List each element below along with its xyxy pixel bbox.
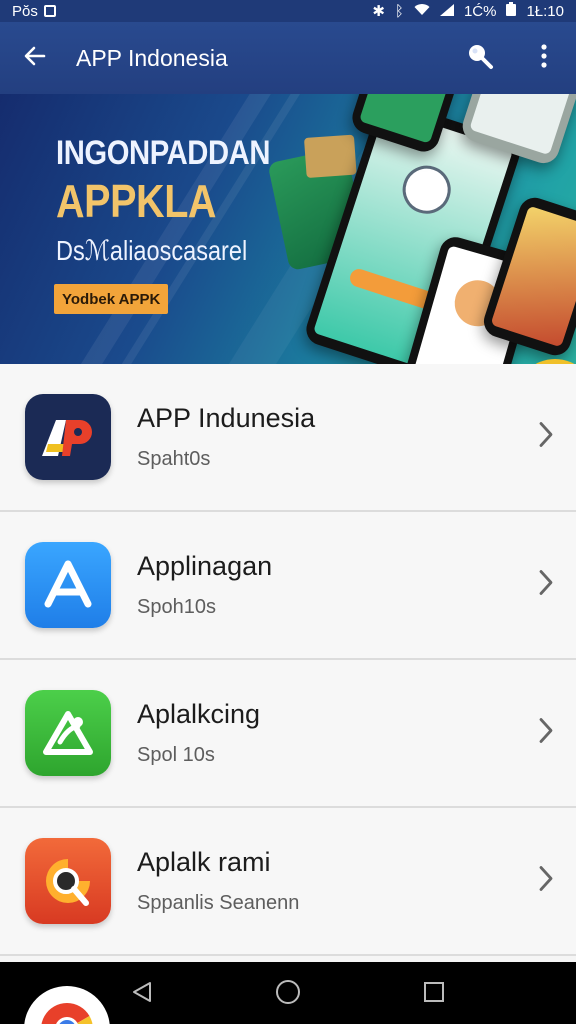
bluetooth-icon: ᛒ — [394, 2, 404, 20]
square-recents-icon — [423, 981, 445, 1008]
promo-banner[interactable]: INGONPADDAN APPKLA Dsℳaliaoscasarel Yodb… — [0, 94, 576, 364]
search-icon — [466, 42, 494, 75]
app-subtitle: Spol 10s — [137, 744, 215, 766]
list-item[interactable]: Applinagan Spoh10s — [0, 512, 576, 660]
image-icon — [43, 5, 56, 17]
app-bar: APP Indonesia — [0, 22, 576, 94]
nav-home-button[interactable] — [274, 979, 302, 1010]
arrow-left-icon — [22, 43, 48, 74]
chevron-right-icon — [538, 569, 554, 602]
app-list: APP Indunesia Spaht0s Applinagan Spoh10s — [0, 364, 576, 962]
battery-percent: 1Ć% — [463, 2, 497, 20]
banner-cta-button[interactable]: Yodbek APPK — [54, 284, 169, 314]
app-name: Aplalkcing — [137, 699, 261, 729]
triangle-leaf-icon — [25, 690, 111, 776]
banner-headline: INGONPADDAN — [56, 134, 271, 172]
page-title: APP Indonesia — [76, 44, 228, 71]
overflow-menu-button[interactable] — [512, 22, 576, 94]
bluetooth-icon: ✱ — [372, 3, 385, 20]
clock: 1Ł:10 — [526, 2, 564, 20]
more-vertical-icon — [540, 43, 548, 74]
battery-icon — [506, 2, 517, 20]
app-subtitle: Spaht0s — [137, 448, 211, 470]
list-item[interactable]: Aplalkcing Spol 10s — [0, 660, 576, 808]
app-subtitle: Sppanlis Seanenn — [137, 892, 300, 914]
search-button[interactable] — [448, 22, 512, 94]
app-name: Applinagan — [137, 551, 273, 581]
chevron-right-icon — [538, 421, 554, 454]
chevron-right-icon — [538, 717, 554, 750]
list-item[interactable]: Aplalk rami Sppanlis Seanenn — [0, 808, 576, 956]
ap-logo-icon — [25, 394, 111, 480]
app-subtitle: Spoh10s — [137, 596, 216, 618]
triangle-back-icon — [130, 980, 154, 1009]
banner-headline-accent: APPKLA — [56, 175, 217, 227]
search-lens-icon — [25, 838, 111, 924]
app-name: APP Indunesia — [137, 403, 316, 433]
circle-home-icon — [275, 979, 301, 1010]
back-button[interactable] — [0, 22, 70, 94]
nav-back-button[interactable] — [128, 980, 156, 1008]
banner-subtitle: Dsℳaliaoscasarel — [56, 235, 248, 266]
list-item[interactable]: APP Indunesia Spaht0s — [0, 364, 576, 512]
chevron-right-icon — [538, 865, 554, 898]
status-bar: Pŏs ✱ ᛒ 1Ć% 1Ł:10 — [0, 0, 576, 22]
chrome-icon — [37, 999, 97, 1024]
app-name: Aplalk rami — [137, 847, 271, 877]
status-carrier-text: Pŏs — [12, 2, 38, 20]
wifi-icon — [414, 3, 430, 20]
app-store-a-icon — [25, 542, 111, 628]
signal-icon — [439, 3, 454, 20]
nav-recents-button[interactable] — [420, 980, 448, 1008]
